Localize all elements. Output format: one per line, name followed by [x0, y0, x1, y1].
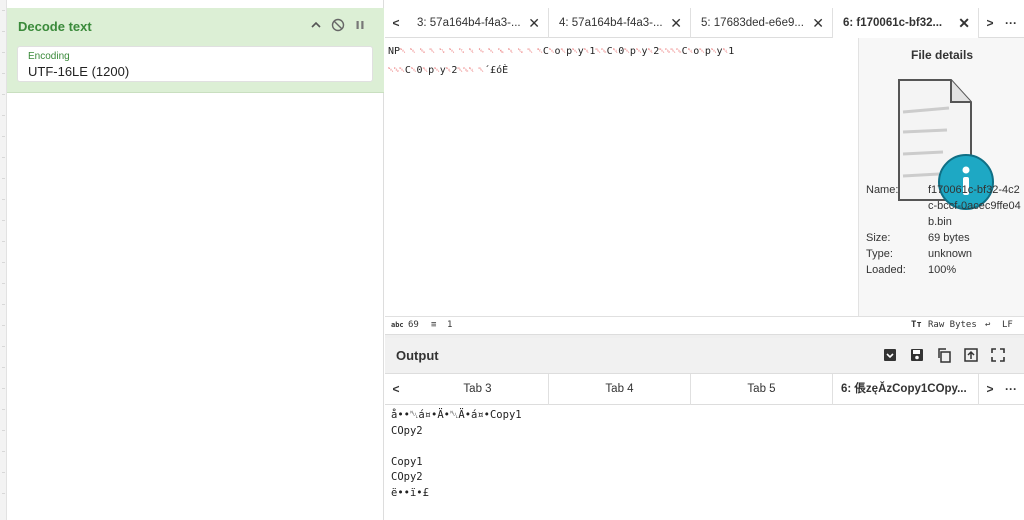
operation-title: Decode text	[18, 19, 92, 34]
output-line-1: å••␀á¤•Ä•␀Ä•á¤•Copy1	[391, 409, 522, 421]
recipe-panel: Decode text Encoding UTF-16LE (1200)	[7, 0, 384, 520]
close-icon[interactable]: ✕	[812, 8, 824, 38]
copy-icon[interactable]	[936, 347, 952, 363]
name-label: Name:	[866, 184, 899, 196]
encoding-value: UTF-16LE (1200)	[28, 64, 130, 79]
output-tab-5[interactable]: Tab 5	[691, 374, 833, 405]
tab-label: 6: f170061c-bf32...	[843, 17, 943, 29]
eol-icon: ↩	[985, 320, 991, 330]
input-tabs-prev-button[interactable]: <	[385, 8, 407, 38]
chevron-up-icon[interactable]	[308, 17, 324, 33]
save-icon[interactable]	[909, 347, 925, 363]
input-tabs-more-button[interactable]: ···	[999, 8, 1023, 38]
output-line-5: COpy2	[391, 471, 423, 484]
input-text-end: ´£óÈ	[484, 65, 509, 76]
download-icon[interactable]	[882, 347, 898, 363]
close-icon[interactable]: ✕	[958, 8, 970, 38]
loaded-value: 100%	[928, 264, 957, 276]
tab-label: 3: 57a164b4-f4a3-...	[417, 17, 521, 29]
encoding-label: Encoding	[28, 51, 70, 62]
lines-icon: ≡	[431, 320, 437, 330]
output-line-6: ë••ï•£	[391, 486, 429, 499]
left-edge-strip	[0, 0, 7, 520]
output-line-2: COpy2	[391, 424, 423, 437]
input-tab-bar: < 3: 57a164b4-f4a3-... ✕ 4: 57a164b4-f4a3…	[385, 8, 1024, 38]
size-label: Size:	[866, 232, 891, 244]
output-textarea[interactable]: å••␀á¤•Ä•␀Ä•á¤•Copy1 COpy2 Copy1 COpy2 ë…	[391, 408, 1021, 518]
file-details-title: File details	[910, 48, 974, 62]
output-tab-6[interactable]: 6: 倀zęĂzCopy1COpy...	[833, 374, 979, 405]
type-value: unknown	[928, 248, 973, 260]
operation-decode-text[interactable]: Decode text Encoding UTF-16LE (1200)	[7, 8, 384, 93]
output-tabs-prev-button[interactable]: <	[385, 374, 407, 405]
fullscreen-icon[interactable]	[990, 347, 1006, 363]
output-tab-3[interactable]: Tab 3	[407, 374, 549, 405]
text-format-icon: Tт	[911, 320, 922, 330]
close-icon[interactable]: ✕	[670, 8, 682, 38]
char-count-icon: abc	[391, 321, 404, 329]
output-line-4: Copy1	[391, 455, 423, 468]
name-value: f170061c-bf32-4c2c-bccf-0acec9ffe04b.bin	[928, 184, 1021, 228]
type-label: Type:	[866, 248, 893, 260]
size-value: 69 bytes	[928, 232, 970, 244]
char-count: 69	[408, 320, 419, 330]
raw-bytes-toggle[interactable]: Raw Bytes	[928, 317, 977, 333]
line-count: 1	[447, 320, 453, 330]
tab-label: 4: 57a164b4-f4a3-...	[559, 17, 663, 29]
output-header: Output	[385, 338, 1024, 374]
tab-label: 5: 17683ded-e6e9...	[701, 17, 804, 29]
replace-input-icon[interactable]	[963, 347, 979, 363]
input-tab-3[interactable]: 3: 57a164b4-f4a3-... ✕	[407, 8, 549, 38]
input-textarea[interactable]: NP␀ ␀ ␁ ␀ ␂ ␀ ␃ ␀ ␄ ␀ ␅ ␀ ␆ ␀ ␇C␀o␀p␀y␀1…	[388, 42, 856, 312]
close-icon[interactable]: ✕	[528, 8, 540, 38]
disable-icon[interactable]	[330, 17, 346, 33]
output-tab-4[interactable]: Tab 4	[549, 374, 691, 405]
eol-selector[interactable]: LF	[1002, 317, 1013, 333]
output-tabs-next-button[interactable]: >	[979, 374, 1001, 405]
output-tabs-more-button[interactable]: ···	[999, 374, 1023, 405]
input-tab-6[interactable]: 6: f170061c-bf32... ✕	[833, 8, 979, 38]
input-tabs-next-button[interactable]: >	[979, 8, 1001, 38]
output-title: Output	[396, 348, 439, 363]
output-tab-bar: < Tab 3 Tab 4 Tab 5 6: 倀zęĂzCopy1COpy...…	[385, 374, 1024, 405]
pause-icon[interactable]	[352, 17, 368, 33]
input-text-start: NP	[388, 46, 401, 57]
file-details-panel: File details Name: f170061c-bf32-4c2c-bc…	[858, 38, 1024, 316]
encoding-select[interactable]: Encoding UTF-16LE (1200)	[17, 46, 373, 82]
input-status-bar: abc 69 ≡ 1 Tт Raw Bytes ↩ LF	[385, 316, 1024, 333]
loaded-label: Loaded:	[866, 264, 906, 276]
input-tab-4[interactable]: 4: 57a164b4-f4a3-... ✕	[549, 8, 691, 38]
input-tab-5[interactable]: 5: 17683ded-e6e9... ✕	[691, 8, 833, 38]
